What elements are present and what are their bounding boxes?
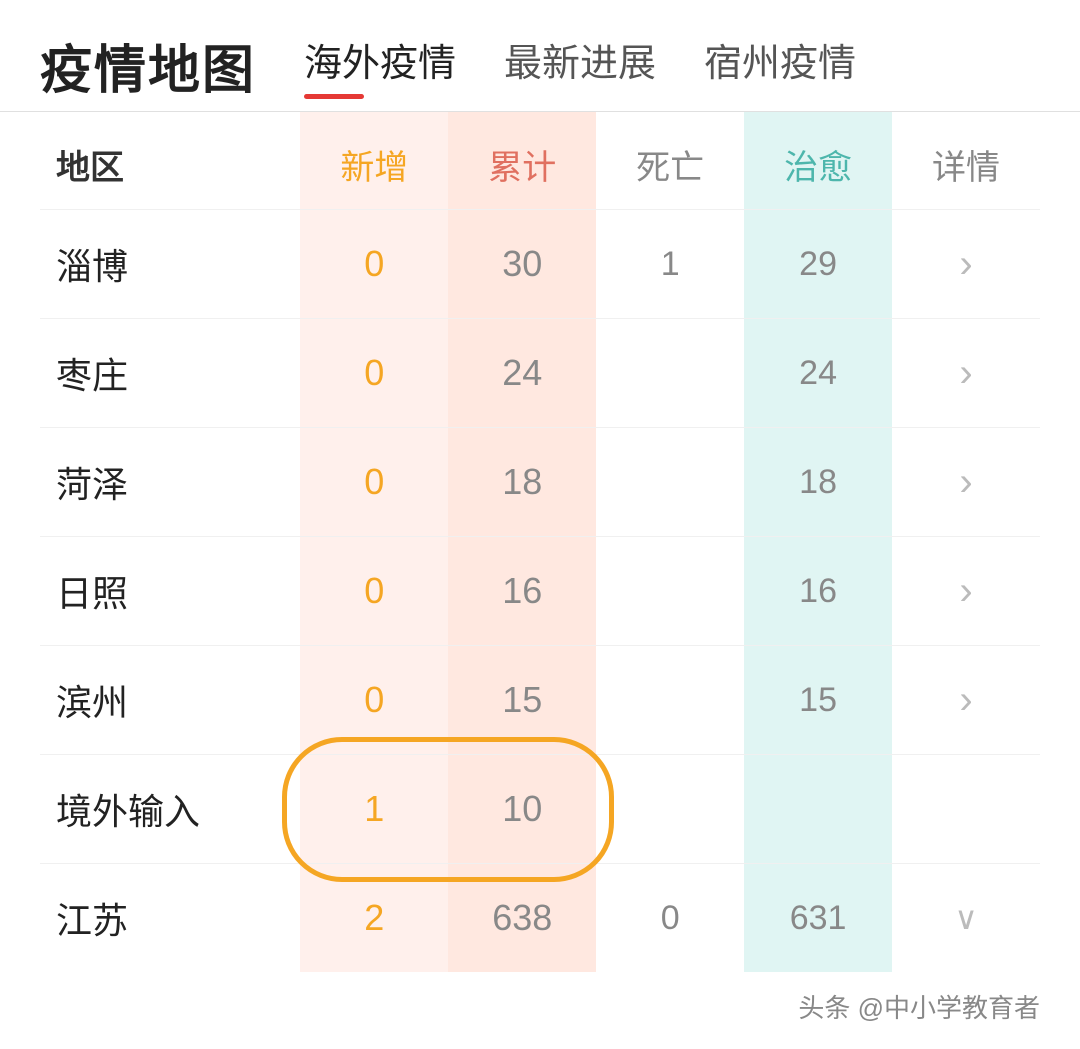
col-header-zhiyu: 治愈: [744, 112, 892, 210]
cell-leiji: 638: [448, 864, 596, 973]
cell-zhiyu: 29: [744, 210, 892, 319]
footer-watermark: 头条 @中小学教育者: [0, 972, 1080, 1049]
cell-leiji: 15: [448, 646, 596, 755]
chevron-right-icon: ›: [959, 242, 972, 286]
epidemic-table: 地区 新增 累计 死亡 治愈 详情 淄博030129›枣庄02424›菏泽018…: [40, 112, 1040, 972]
table-row[interactable]: 日照01616›: [40, 537, 1040, 646]
cell-region: 境外输入: [40, 755, 300, 864]
cell-xinzeng: 0: [300, 319, 448, 428]
col-header-xinzeng: 新增: [300, 112, 448, 210]
cell-leiji: 24: [448, 319, 596, 428]
cell-xinzeng: 0: [300, 210, 448, 319]
nav-item-suzhou[interactable]: 宿州疫情: [704, 32, 856, 99]
cell-chevron[interactable]: ›: [892, 646, 1040, 755]
nav-item-latest[interactable]: 最新进展: [504, 32, 656, 99]
table-header-row: 地区 新增 累计 死亡 治愈 详情: [40, 112, 1040, 210]
table-row[interactable]: 淄博030129 ›: [40, 210, 1040, 319]
cell-chevron[interactable]: ›: [892, 428, 1040, 537]
cell-leiji: 18: [448, 428, 596, 537]
cell-leiji: 10: [448, 755, 596, 864]
cell-siwang: [596, 319, 744, 428]
cell-region: 滨州: [40, 646, 300, 755]
table-row[interactable]: 菏泽01818›: [40, 428, 1040, 537]
header: 疫情地图 海外疫情 最新进展 宿州疫情: [0, 0, 1080, 103]
cell-chevron[interactable]: ∨: [892, 864, 1040, 973]
page-title: 疫情地图: [40, 28, 256, 103]
cell-siwang: 1: [596, 210, 744, 319]
col-header-region: 地区: [40, 112, 300, 210]
chevron-right-icon: ›: [959, 460, 972, 504]
chevron-right-icon: ›: [959, 678, 972, 722]
cell-region: 菏泽: [40, 428, 300, 537]
cell-siwang: 0: [596, 864, 744, 973]
cell-siwang: [596, 646, 744, 755]
cell-leiji: 16: [448, 537, 596, 646]
cell-region: 淄博: [40, 210, 300, 319]
cell-region: 枣庄: [40, 319, 300, 428]
cell-leiji: 30: [448, 210, 596, 319]
chevron-right-icon: ›: [959, 569, 972, 613]
table-row[interactable]: 滨州01515›: [40, 646, 1040, 755]
cell-xinzeng: 0: [300, 537, 448, 646]
cell-zhiyu: 16: [744, 537, 892, 646]
cell-zhiyu: 15: [744, 646, 892, 755]
cell-siwang: [596, 428, 744, 537]
cell-chevron[interactable]: ›: [892, 537, 1040, 646]
chevron-right-icon: ›: [959, 351, 972, 395]
table-row[interactable]: 境外输入110: [40, 755, 1040, 864]
cell-xinzeng: 1: [300, 755, 448, 864]
cell-xinzeng: 0: [300, 646, 448, 755]
col-header-xiangqing: 详情: [892, 112, 1040, 210]
cell-xinzeng: 2: [300, 864, 448, 973]
col-header-siwang: 死亡: [596, 112, 744, 210]
cell-siwang: [596, 755, 744, 864]
table-row[interactable]: 枣庄02424›: [40, 319, 1040, 428]
cell-region: 日照: [40, 537, 300, 646]
cell-zhiyu: 24: [744, 319, 892, 428]
cell-chevron[interactable]: ›: [892, 319, 1040, 428]
col-header-leiji: 累计: [448, 112, 596, 210]
cell-zhiyu: 631: [744, 864, 892, 973]
cell-region: 江苏: [40, 864, 300, 973]
cell-chevron[interactable]: [892, 755, 1040, 864]
cell-siwang: [596, 537, 744, 646]
cell-zhiyu: [744, 755, 892, 864]
table-row[interactable]: 江苏26380631 ∨: [40, 864, 1040, 973]
cell-xinzeng: 0: [300, 428, 448, 537]
chevron-down-icon: ∨: [954, 900, 977, 936]
cell-chevron[interactable]: ›: [892, 210, 1040, 319]
nav-item-overseas[interactable]: 海外疫情: [304, 32, 456, 99]
data-table-wrap: 地区 新增 累计 死亡 治愈 详情 淄博030129›枣庄02424›菏泽018…: [0, 112, 1080, 972]
cell-zhiyu: 18: [744, 428, 892, 537]
